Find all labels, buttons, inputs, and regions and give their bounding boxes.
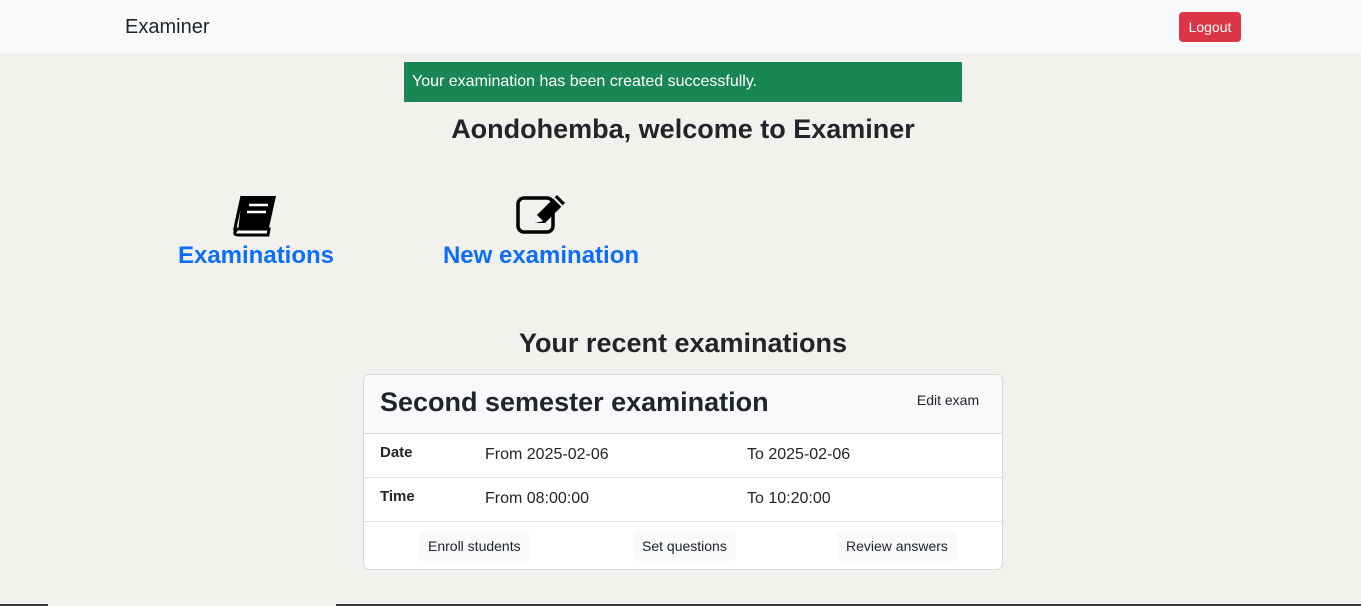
welcome-heading: Aondohemba, welcome to Examiner: [451, 114, 915, 144]
navbar: Examiner Logout: [0, 0, 1361, 53]
logout-button[interactable]: Logout: [1179, 12, 1241, 42]
recent-examinations-heading: Your recent examinations: [518, 328, 848, 358]
exam-card: Second semester examination Edit exam Da…: [363, 374, 1003, 570]
date-to: To 2025-02-06: [747, 446, 851, 463]
exam-title: Second semester examination: [380, 387, 769, 417]
edit-exam-button[interactable]: Edit exam: [909, 385, 987, 415]
date-from: From 2025-02-06: [485, 446, 609, 463]
exam-card-header: Second semester examination Edit exam: [364, 375, 1002, 434]
edit-icon[interactable]: [515, 193, 567, 235]
time-row: Time From 08:00:00 To 10:20:00: [364, 478, 1002, 522]
date-row: Date From 2025-02-06 To 2025-02-06: [364, 434, 1002, 478]
brand-title[interactable]: Examiner: [125, 15, 209, 39]
time-from: From 08:00:00: [485, 490, 590, 507]
examinations-link[interactable]: Examinations: [176, 241, 336, 271]
time-label: Time: [380, 488, 415, 505]
review-answers-button[interactable]: Review answers: [837, 531, 957, 561]
new-examination-link[interactable]: New examination: [436, 241, 646, 271]
time-to: To 10:20:00: [747, 490, 831, 507]
set-questions-button[interactable]: Set questions: [633, 531, 736, 561]
enroll-students-button[interactable]: Enroll students: [419, 531, 530, 561]
success-alert: Your examination has been created succes…: [404, 62, 962, 102]
book-icon[interactable]: [232, 194, 280, 238]
date-label: Date: [380, 444, 413, 461]
